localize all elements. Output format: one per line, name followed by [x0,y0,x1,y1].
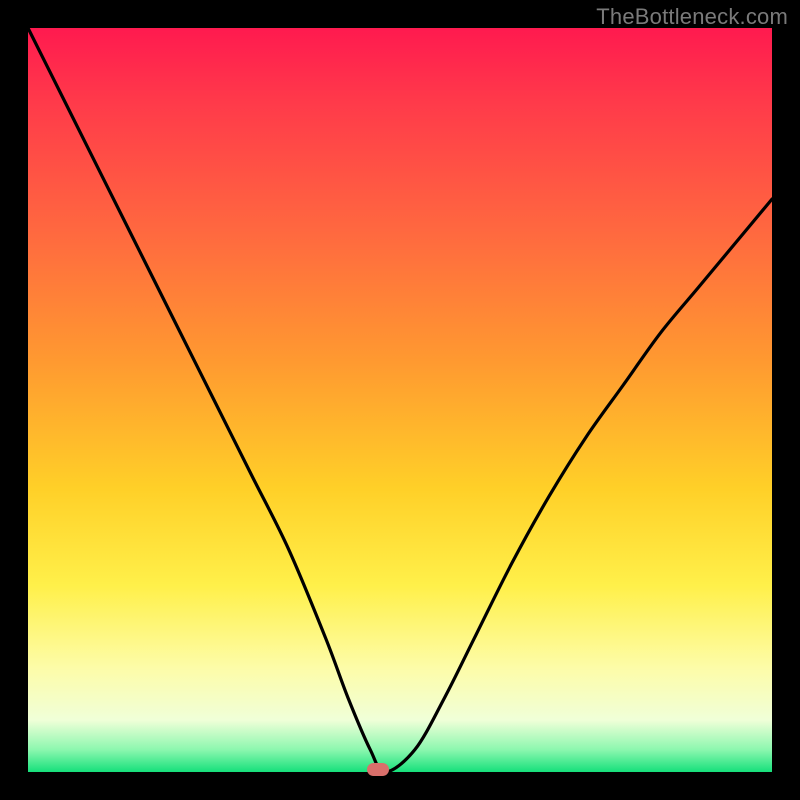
bottleneck-curve [28,28,772,772]
curve-path [28,28,772,772]
watermark-text: TheBottleneck.com [596,4,788,30]
outer-frame: TheBottleneck.com [0,0,800,800]
minimum-marker [367,763,389,776]
plot-area [28,28,772,772]
